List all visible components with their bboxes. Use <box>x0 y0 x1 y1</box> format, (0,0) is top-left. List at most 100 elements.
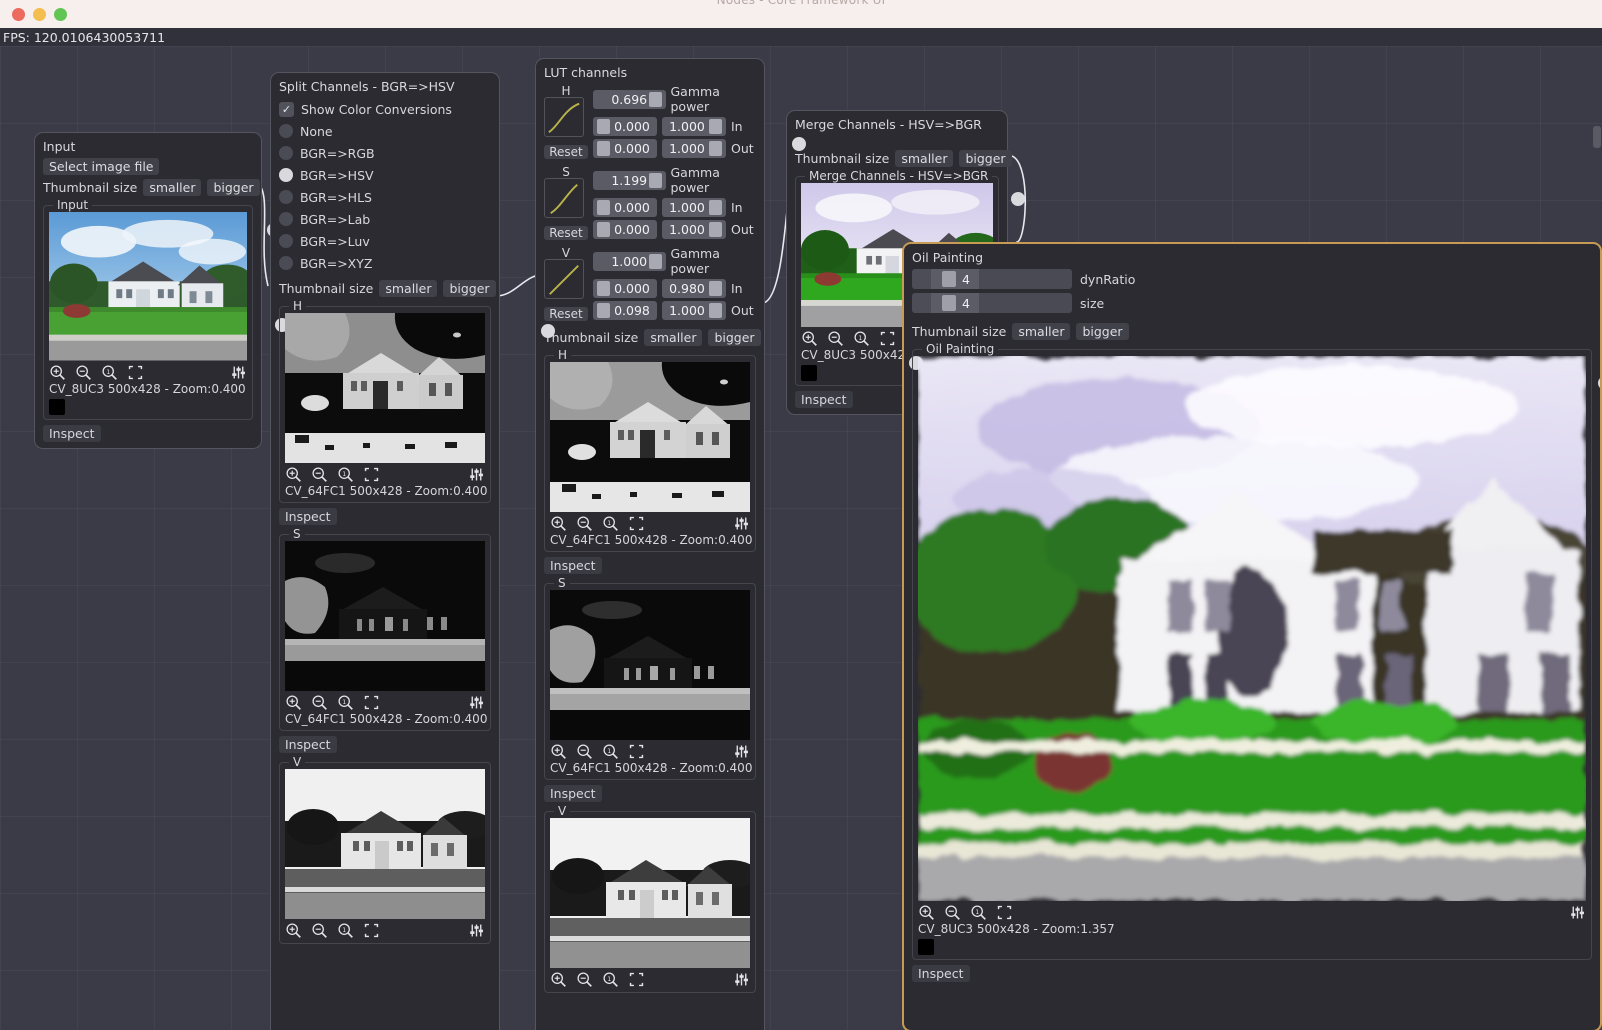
thumbnail-smaller-button[interactable]: smaller <box>379 280 438 297</box>
show-color-conversions-row[interactable]: ✓ Show Color Conversions <box>279 98 491 120</box>
color-swatch-merge[interactable] <box>801 365 817 381</box>
slider-knob[interactable] <box>597 141 610 156</box>
radio-icon[interactable] <box>279 212 293 226</box>
lut-out-hi-h[interactable]: 1.000 <box>662 139 726 158</box>
zoom-out-icon[interactable] <box>576 743 593 760</box>
image-preview-input[interactable] <box>49 212 247 361</box>
radio-icon[interactable] <box>279 234 293 248</box>
inspect-button-h[interactable]: Inspect <box>279 508 337 525</box>
thumbnail-bigger-button[interactable]: bigger <box>207 179 260 196</box>
lut-in-lo-s[interactable]: 0.000 <box>593 198 657 217</box>
checkbox-icon[interactable]: ✓ <box>279 101 294 117</box>
lut-out-lo-v[interactable]: 0.098 <box>593 301 657 320</box>
zoom-in-icon[interactable] <box>550 743 567 760</box>
fit-to-window-icon[interactable] <box>879 330 896 347</box>
thumbnail-bigger-button[interactable]: bigger <box>708 329 761 346</box>
lut-in-hi-v[interactable]: 0.980 <box>662 279 726 298</box>
image-toolbar-s[interactable]: 1 <box>285 694 485 711</box>
zoom-reset-icon[interactable]: 1 <box>337 466 354 483</box>
option-bgr-luv[interactable]: BGR=>Luv <box>279 230 491 252</box>
zoom-in-icon[interactable] <box>285 922 302 939</box>
fit-to-window-icon[interactable] <box>363 466 380 483</box>
zoom-out-icon[interactable] <box>311 694 328 711</box>
lut-inspect-button-s[interactable]: Inspect <box>544 785 602 802</box>
radio-icon[interactable] <box>279 146 293 160</box>
output-port-oil[interactable] <box>1598 376 1600 390</box>
slider-knob[interactable] <box>597 281 610 296</box>
thumbnail-smaller-button[interactable]: smaller <box>1012 323 1071 340</box>
inspect-button-oil[interactable]: Inspect <box>912 965 970 982</box>
image-preview-v[interactable] <box>285 769 485 919</box>
slider-knob[interactable] <box>942 295 956 311</box>
fit-to-window-icon[interactable] <box>127 364 144 381</box>
zoom-in-icon[interactable] <box>550 971 567 988</box>
slider-knob[interactable] <box>597 222 610 237</box>
zoom-out-icon[interactable] <box>75 364 92 381</box>
lut-in-hi-s[interactable]: 1.000 <box>662 198 726 217</box>
fit-to-window-icon[interactable] <box>628 743 645 760</box>
lut-gamma-v[interactable]: 1.000 <box>593 251 666 271</box>
zoom-out-icon[interactable] <box>576 971 593 988</box>
image-preview-oil[interactable] <box>918 356 1586 901</box>
fit-to-window-icon[interactable] <box>363 922 380 939</box>
image-toolbar-v[interactable]: 1 <box>285 922 485 939</box>
zoom-out-icon[interactable] <box>944 904 961 921</box>
slider-knob[interactable] <box>648 91 662 107</box>
fit-to-window-icon[interactable] <box>628 971 645 988</box>
fit-to-window-icon[interactable] <box>628 515 645 532</box>
color-swatch-oil[interactable] <box>918 939 934 955</box>
node-oil-painting[interactable]: Oil Painting 4 dynRatio 4 size Thumbnail… <box>902 242 1602 1030</box>
thumbnail-bigger-button[interactable]: bigger <box>1076 323 1129 340</box>
lut-gamma-s[interactable]: 1.199 <box>593 170 666 190</box>
slider-knob[interactable] <box>709 281 722 296</box>
slider-knob[interactable] <box>597 303 610 318</box>
levels-sliders-icon[interactable] <box>468 694 485 711</box>
option-bgr-rgb[interactable]: BGR=>RGB <box>279 142 491 164</box>
zoom-out-icon[interactable] <box>311 466 328 483</box>
lut-out-hi-s[interactable]: 1.000 <box>662 220 726 239</box>
thumbnail-smaller-button[interactable]: smaller <box>644 329 703 346</box>
radio-icon[interactable] <box>279 124 293 138</box>
zoom-reset-icon[interactable]: 1 <box>337 694 354 711</box>
lut-gamma-h[interactable]: 0.696 <box>593 89 666 109</box>
close-window-button[interactable] <box>12 7 25 21</box>
slider-knob[interactable] <box>709 200 722 215</box>
levels-sliders-icon[interactable] <box>468 922 485 939</box>
zoom-in-icon[interactable] <box>49 364 66 381</box>
zoom-reset-icon[interactable]: 1 <box>602 515 619 532</box>
slider-knob[interactable] <box>709 141 722 156</box>
zoom-out-icon[interactable] <box>827 330 844 347</box>
zoom-reset-icon[interactable]: 1 <box>970 904 987 921</box>
option-bgr-xyz[interactable]: BGR=>XYZ <box>279 252 491 274</box>
slider-knob[interactable] <box>709 222 722 237</box>
levels-sliders-icon[interactable] <box>733 515 750 532</box>
levels-sliders-icon[interactable] <box>733 971 750 988</box>
slider-knob[interactable] <box>597 200 610 215</box>
thumbnail-bigger-button[interactable]: bigger <box>959 150 1012 167</box>
lut-curve-s[interactable] <box>544 178 584 218</box>
lut-image-toolbar-s[interactable]: 1 <box>550 743 750 760</box>
lut-inspect-button-h[interactable]: Inspect <box>544 557 602 574</box>
dynratio-slider[interactable]: 4 <box>912 269 1072 289</box>
slider-knob[interactable] <box>942 271 956 287</box>
lut-curve-v[interactable] <box>544 259 584 299</box>
minimize-window-button[interactable] <box>33 7 46 21</box>
fit-to-window-icon[interactable] <box>363 694 380 711</box>
slider-knob[interactable] <box>709 303 722 318</box>
levels-sliders-icon[interactable] <box>1569 904 1586 921</box>
slider-knob[interactable] <box>709 119 722 134</box>
radio-icon-selected[interactable] <box>279 168 293 182</box>
zoom-in-icon[interactable] <box>285 466 302 483</box>
zoom-reset-icon[interactable]: 1 <box>853 330 870 347</box>
node-graph-canvas[interactable]: Input Select image file Thumbnail size s… <box>0 46 1602 1030</box>
lut-image-preview-s[interactable] <box>550 590 750 740</box>
inspect-button-s[interactable]: Inspect <box>279 736 337 753</box>
slider-knob[interactable] <box>597 119 610 134</box>
node-input[interactable]: Input Select image file Thumbnail size s… <box>34 132 281 449</box>
slider-knob[interactable] <box>648 253 662 269</box>
inspect-button-input[interactable]: Inspect <box>43 424 101 442</box>
levels-sliders-icon[interactable] <box>230 364 247 381</box>
thumbnail-bigger-button[interactable]: bigger <box>443 280 496 297</box>
lut-in-hi-h[interactable]: 1.000 <box>662 117 726 136</box>
image-toolbar-oil[interactable]: 1 <box>918 904 1586 921</box>
